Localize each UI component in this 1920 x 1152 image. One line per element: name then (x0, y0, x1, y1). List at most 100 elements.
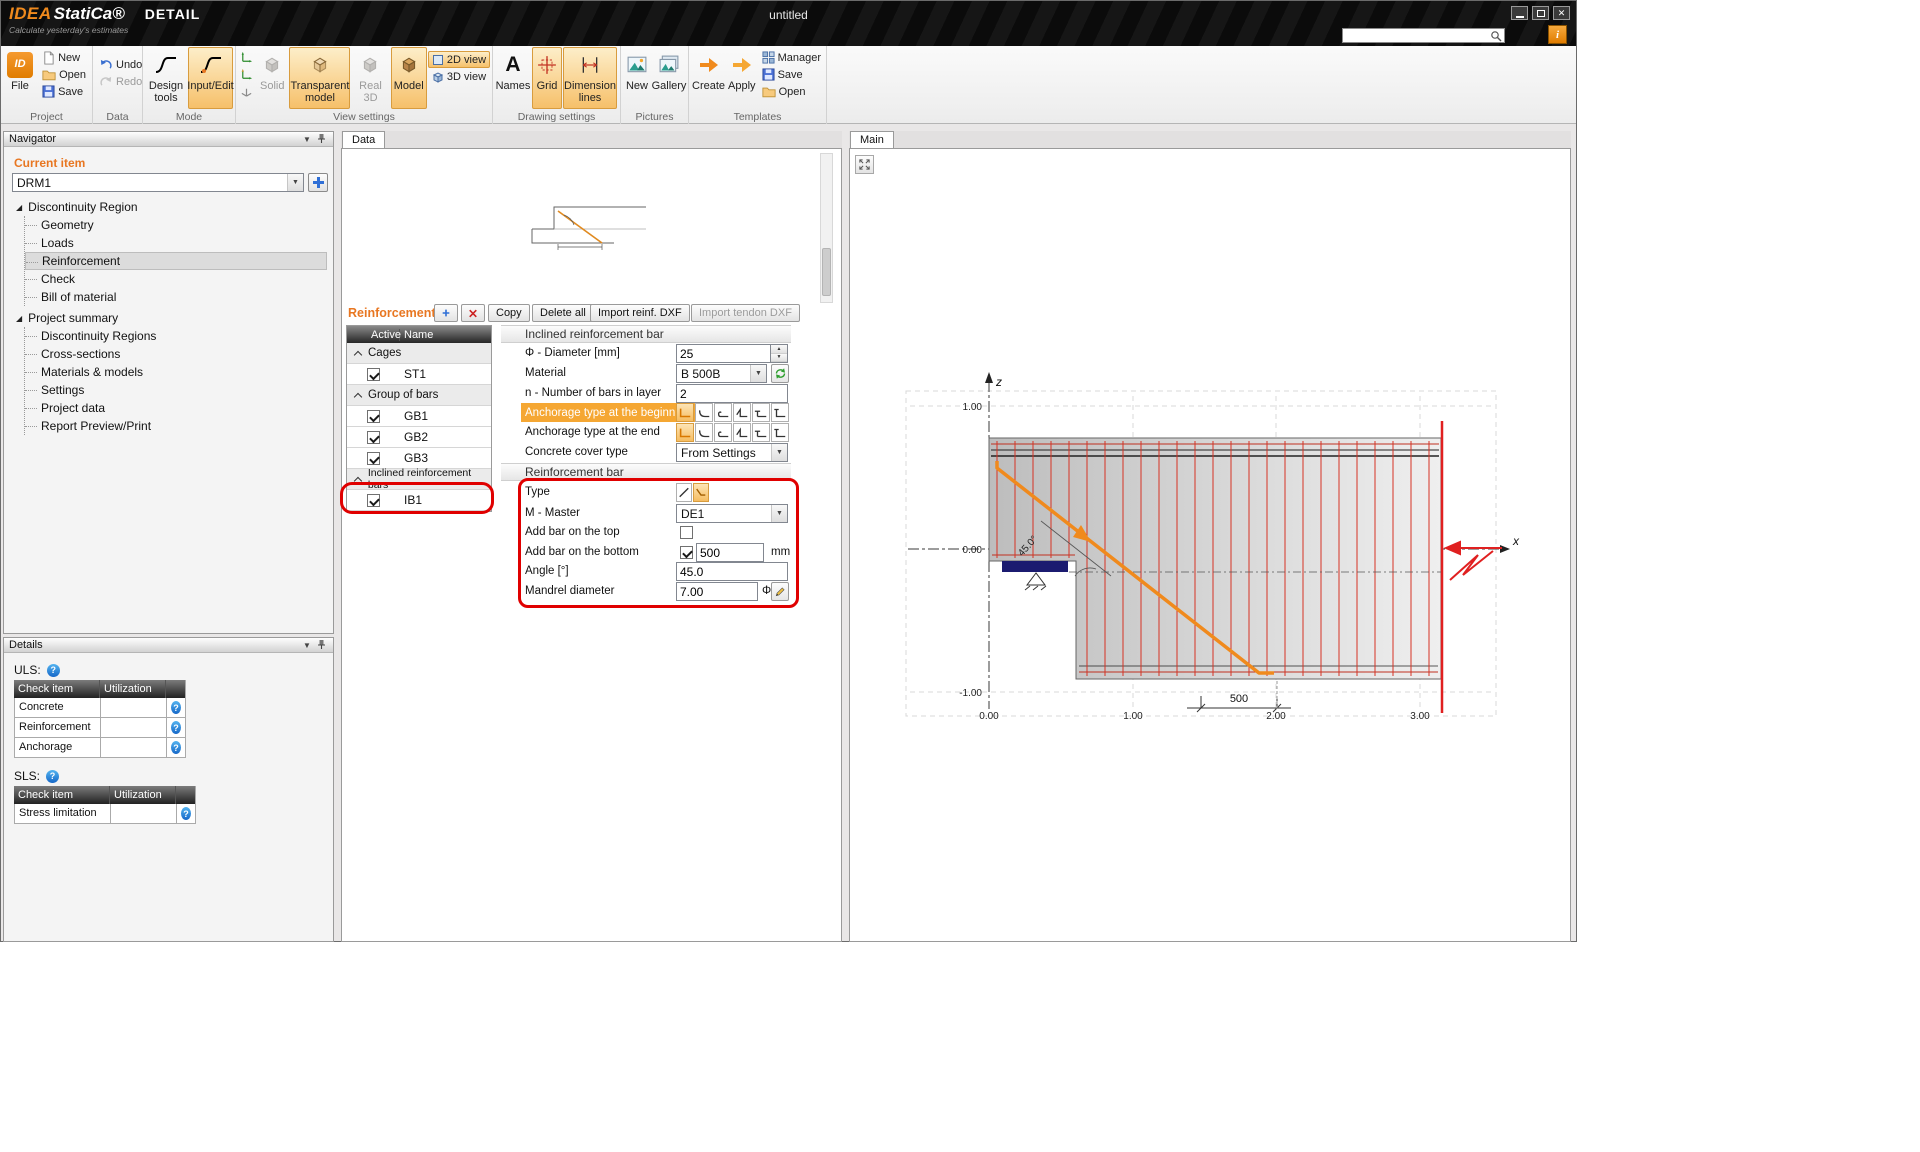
tree-item-check[interactable]: Check (25, 270, 327, 288)
collapse-chevron-icon[interactable]: ▼ (300, 641, 314, 650)
add-reinforcement-button[interactable] (434, 304, 458, 322)
anchorage-end-type-3-button[interactable] (714, 423, 732, 442)
tree-item-geometry[interactable]: Geometry (25, 216, 327, 234)
delete-all-button[interactable]: Delete all (532, 304, 594, 322)
gallery-button[interactable]: Gallery (652, 47, 686, 109)
file-button[interactable]: ID File (3, 47, 37, 109)
gb1-active-checkbox[interactable] (367, 410, 380, 423)
solid-button[interactable]: Solid (256, 47, 288, 109)
maximize-button[interactable] (1532, 6, 1549, 20)
diameter-input[interactable] (676, 344, 771, 363)
delete-reinforcement-button[interactable] (461, 304, 485, 322)
concrete-help-icon[interactable] (171, 701, 181, 714)
search-input[interactable] (1343, 30, 1490, 41)
bars-in-layer-input[interactable] (676, 384, 788, 403)
mandrel-edit-button[interactable] (771, 582, 789, 601)
list-item-gb1[interactable]: GB1 (347, 406, 491, 427)
view-axes-xz-button[interactable] (238, 66, 255, 83)
tab-main[interactable]: Main (850, 131, 894, 148)
model-button[interactable]: Model (391, 47, 427, 109)
list-item-gb2[interactable]: GB2 (347, 427, 491, 448)
add-item-button[interactable] (308, 173, 328, 192)
tree-item-bill-of-material[interactable]: Bill of material (25, 288, 327, 306)
anchorage-begin-type-5-button[interactable] (752, 403, 770, 422)
fit-view-button[interactable] (855, 155, 874, 174)
pin-icon[interactable] (314, 639, 328, 652)
tree-item-settings[interactable]: Settings (25, 381, 327, 399)
uls-help-icon[interactable] (47, 664, 60, 677)
template-save-button[interactable]: Save (758, 66, 825, 83)
list-item-st1[interactable]: ST1 (347, 364, 491, 385)
list-group-cages[interactable]: Cages (347, 343, 491, 364)
anchorage-begin-type-2-button[interactable] (695, 403, 713, 422)
tree-expander-icon[interactable]: ◢ (16, 203, 22, 212)
template-create-button[interactable]: Create (691, 47, 726, 109)
redo-button[interactable]: Redo (95, 73, 146, 90)
import-reinf-dxf-button[interactable]: Import reinf. DXF (590, 304, 690, 322)
anchorage-end-type-2-button[interactable] (695, 423, 713, 442)
preview-scrollbar[interactable] (820, 153, 833, 303)
bar-type-straight-button[interactable] (676, 483, 692, 502)
undo-button[interactable]: Undo (95, 56, 146, 73)
tree-item-materials-models[interactable]: Materials & models (25, 363, 327, 381)
tree-item-discontinuity-regions[interactable]: Discontinuity Regions (25, 327, 327, 345)
current-item-select[interactable]: DRM1 ▼ (12, 173, 304, 192)
mandrel-diameter-input[interactable] (676, 582, 758, 601)
anchorage-begin-type-3-button[interactable] (714, 403, 732, 422)
grid-button[interactable]: Grid (532, 47, 562, 109)
tree-expander-icon[interactable]: ◢ (16, 314, 22, 323)
reinforcement-help-icon[interactable] (171, 721, 181, 734)
real-3d-button[interactable]: Real 3D (351, 47, 389, 109)
st1-active-checkbox[interactable] (367, 368, 380, 381)
view-axes-xy-button[interactable] (238, 49, 255, 66)
tree-item-reinforcement[interactable]: Reinforcement (25, 252, 327, 270)
view-axes-3d-button[interactable] (238, 83, 255, 100)
tree-item-loads[interactable]: Loads (25, 234, 327, 252)
list-group-group-of-bars[interactable]: Group of bars (347, 385, 491, 406)
anchorage-end-type-4-button[interactable] (733, 423, 751, 442)
angle-input[interactable] (676, 562, 788, 581)
tree-node-discontinuity-region[interactable]: ◢ Discontinuity Region (10, 198, 329, 216)
sls-help-icon[interactable] (46, 770, 59, 783)
anchorage-end-type-6-button[interactable] (771, 423, 789, 442)
preview-scrollbar-thumb[interactable] (822, 248, 831, 296)
minimize-button[interactable] (1511, 6, 1528, 20)
view-2d-button[interactable]: 2D view (428, 51, 490, 68)
import-tendon-dxf-button[interactable]: Import tendon DXF (691, 304, 800, 322)
list-item-gb3[interactable]: GB3 (347, 448, 491, 469)
concrete-beam-outline[interactable] (989, 438, 1441, 679)
design-tools-button[interactable]: Design tools (145, 47, 187, 109)
diameter-spinner[interactable]: ▲▼ (771, 344, 788, 363)
collapse-chevron-icon[interactable]: ▼ (300, 135, 314, 144)
add-bar-bottom-length-input[interactable] (696, 543, 764, 562)
add-bar-top-checkbox[interactable] (680, 526, 693, 539)
template-open-button[interactable]: Open (758, 83, 825, 100)
new-button[interactable]: New (38, 49, 90, 66)
tree-item-cross-sections[interactable]: Cross-sections (25, 345, 327, 363)
tab-data[interactable]: Data (342, 131, 385, 148)
picture-new-button[interactable]: New (623, 47, 651, 109)
material-select[interactable]: B 500B ▼ (676, 364, 767, 383)
tree-node-project-summary[interactable]: ◢ Project summary (10, 309, 329, 327)
open-button[interactable]: Open (38, 66, 90, 83)
ib1-active-checkbox[interactable] (367, 494, 380, 507)
gb3-active-checkbox[interactable] (367, 452, 380, 465)
anchorage-begin-type-6-button[interactable] (771, 403, 789, 422)
anchorage-end-type-5-button[interactable] (752, 423, 770, 442)
spin-down-icon[interactable]: ▼ (771, 354, 787, 363)
spin-up-icon[interactable]: ▲ (771, 345, 787, 354)
list-group-inclined-bars[interactable]: Inclined reinforcement bars (347, 469, 491, 490)
transparent-model-button[interactable]: Transparent model (289, 47, 350, 109)
material-edit-button[interactable] (771, 364, 789, 383)
bar-type-polyline-button[interactable] (693, 483, 709, 502)
input-edit-button[interactable]: Input/Edit (188, 47, 233, 109)
save-button[interactable]: Save (38, 83, 90, 100)
anchorage-end-type-1-button[interactable] (676, 423, 694, 442)
anchorage-begin-type-4-button[interactable] (733, 403, 751, 422)
structure-drawing[interactable]: z x 1.00 0.00 -1.00 0.00 1.00 2.00 3.00 (850, 149, 1569, 941)
tree-item-report-preview-print[interactable]: Report Preview/Print (25, 417, 327, 435)
template-apply-button[interactable]: Apply (727, 47, 757, 109)
anchorage-help-icon[interactable] (171, 741, 181, 754)
anchorage-begin-type-1-button[interactable] (676, 403, 694, 422)
tree-item-project-data[interactable]: Project data (25, 399, 327, 417)
